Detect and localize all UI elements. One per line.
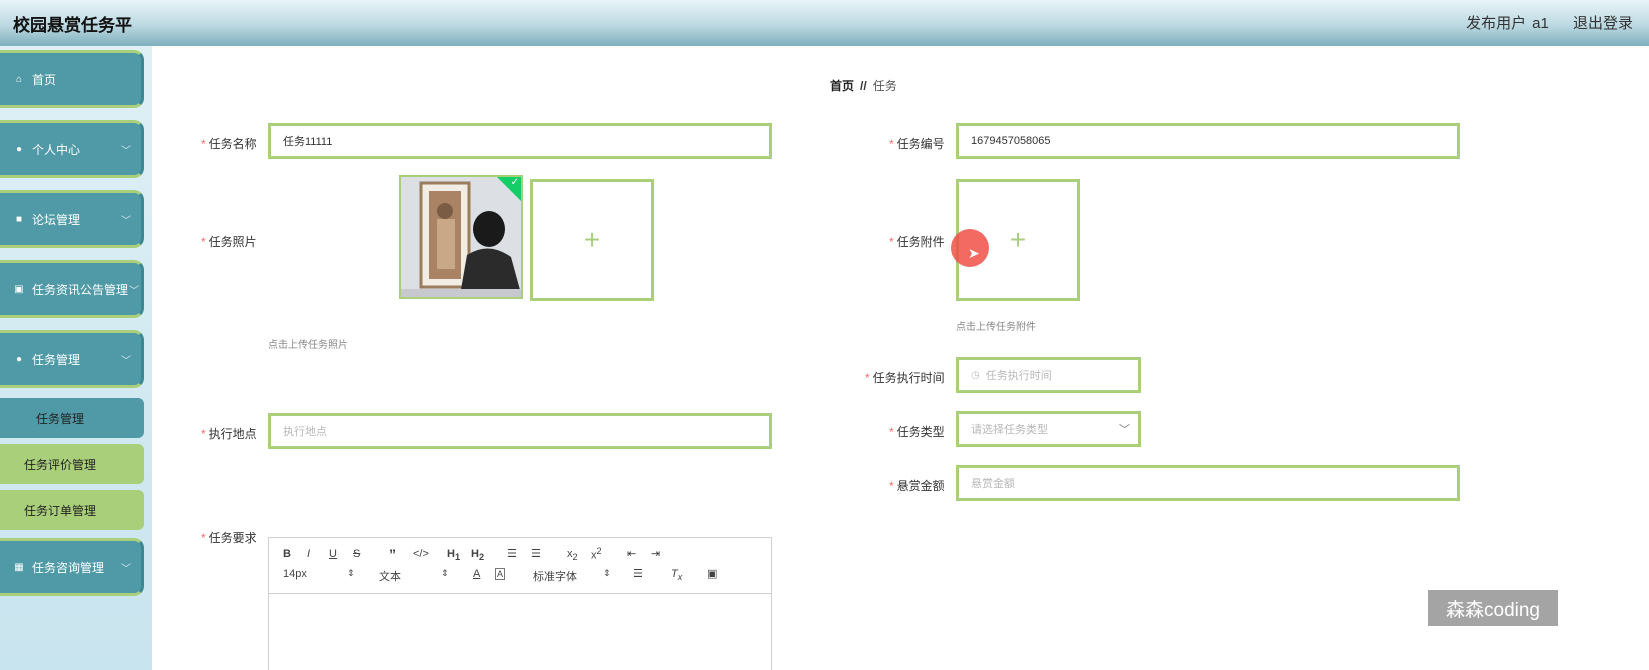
- subscript-icon[interactable]: x2: [567, 548, 578, 562]
- breadcrumb: 首页 // 任务: [830, 77, 897, 94]
- user-icon: ●: [15, 353, 23, 365]
- text-style-select[interactable]: 文本: [379, 568, 401, 584]
- indent-icon[interactable]: ⇥: [651, 547, 660, 560]
- user-role-label: 发布用户: [1466, 15, 1527, 32]
- sidebar-item-label: 任务资讯公告管理: [32, 282, 129, 297]
- breadcrumb-home[interactable]: 首页: [830, 79, 854, 93]
- sidebar-item-personal[interactable]: ● 个人中心 ﹀: [0, 120, 144, 178]
- task-photo-label: * 任务照片: [201, 235, 257, 249]
- task-name-label: * 任务名称: [201, 137, 257, 151]
- font-family-select[interactable]: 标准字体: [533, 568, 577, 584]
- task-number-input[interactable]: 1679457058065: [956, 123, 1460, 159]
- task-name-input[interactable]: 任务11111: [268, 123, 772, 159]
- watermark: 森森coding: [1428, 590, 1558, 626]
- sidebar: ⌂ 首页 ● 个人中心 ﹀ ■ 论坛管理 ﹀ ▣ 任务资讯公告管理 ﹀ ● 任务…: [0, 46, 152, 670]
- text-style-arrow-icon: ⇕: [441, 568, 449, 578]
- sidebar-item-consult[interactable]: ▦ 任务咨询管理 ﹀: [0, 538, 144, 596]
- chevron-down-icon: ﹀: [121, 145, 131, 157]
- logout-button[interactable]: 退出登录: [1573, 15, 1633, 32]
- chevron-down-icon: ﹀: [1119, 424, 1130, 436]
- photo-upload-hint: 点击上传任务照片: [268, 340, 348, 351]
- photo-upload-button[interactable]: +: [530, 179, 654, 301]
- sidebar-subitem-task-review[interactable]: 任务评价管理: [0, 444, 144, 484]
- header-actions: 发布用户 a1 退出登录: [1446, 12, 1633, 33]
- ticket-icon: ▣: [14, 283, 24, 295]
- chevron-down-icon: ﹀: [121, 563, 131, 575]
- clock-icon: ◷: [971, 369, 980, 381]
- attachment-upload-hint: 点击上传任务附件: [956, 322, 1036, 333]
- background-color-icon[interactable]: A: [495, 568, 506, 580]
- plus-icon: +: [583, 224, 601, 255]
- exec-time-placeholder: 任务执行时间: [985, 370, 1052, 382]
- user-name: a1: [1532, 15, 1549, 32]
- sidebar-subitem-task-order[interactable]: 任务订单管理: [0, 490, 144, 530]
- rich-text-editor[interactable]: B I U S ” </> H1 H2 ☰ ☰ x2 x2 ⇤ ⇥ 14px ⇕…: [268, 537, 772, 670]
- chevron-down-icon: ﹀: [121, 215, 131, 227]
- ordered-list-icon[interactable]: ☰: [507, 547, 517, 560]
- sidebar-subitem-task-manage[interactable]: 任务管理: [0, 398, 144, 438]
- sidebar-item-label: 个人中心: [32, 142, 81, 157]
- align-icon[interactable]: ☰: [633, 567, 643, 580]
- sidebar-item-tasks[interactable]: ● 任务管理 ﹀: [0, 330, 144, 388]
- top-header: 校园悬赏任务平 发布用户 a1 退出登录: [0, 0, 1649, 46]
- grid-icon: ▦: [14, 561, 24, 573]
- location-input[interactable]: 执行地点: [268, 413, 772, 449]
- chevron-down-icon: ﹀: [121, 355, 131, 367]
- sidebar-item-label: 任务咨询管理: [32, 560, 105, 575]
- font-size-arrow-icon: ⇕: [347, 568, 355, 578]
- blockquote-icon[interactable]: ”: [389, 546, 396, 562]
- reward-label: * 悬赏金额: [889, 479, 945, 493]
- task-photo-thumbnail[interactable]: ✓: [399, 175, 523, 299]
- requirement-label: * 任务要求: [201, 531, 257, 545]
- mouse-cursor-icon: ➤: [968, 245, 980, 261]
- exec-time-picker[interactable]: ◷ 任务执行时间: [956, 357, 1141, 393]
- user-icon: ●: [15, 143, 23, 155]
- sidebar-item-announcements[interactable]: ▣ 任务资讯公告管理 ﹀: [0, 260, 144, 318]
- check-icon: ✓: [510, 177, 519, 188]
- font-size-select[interactable]: 14px: [283, 568, 307, 580]
- task-type-select[interactable]: 请选择任务类型 ﹀: [956, 411, 1141, 447]
- italic-icon[interactable]: I: [307, 548, 310, 560]
- font-family-arrow-icon: ⇕: [603, 568, 611, 578]
- breadcrumb-current: 任务: [872, 79, 897, 93]
- app-title: 校园悬赏任务平: [13, 16, 132, 35]
- chevron-down-icon: ﹀: [129, 285, 139, 297]
- h1-icon[interactable]: H1: [447, 548, 460, 562]
- location-label: * 执行地点: [201, 427, 257, 441]
- editor-toolbar: B I U S ” </> H1 H2 ☰ ☰ x2 x2 ⇤ ⇥ 14px ⇕…: [269, 538, 771, 594]
- task-type-label: * 任务类型: [889, 425, 945, 439]
- image-icon[interactable]: ▣: [707, 567, 717, 580]
- strike-icon[interactable]: S: [353, 548, 360, 560]
- clear-format-icon[interactable]: Tx: [671, 568, 682, 582]
- plus-icon: +: [1009, 224, 1027, 255]
- breadcrumb-separator: //: [860, 79, 867, 93]
- h2-icon[interactable]: H2: [471, 548, 484, 562]
- task-attachment-label: * 任务附件: [889, 235, 945, 249]
- forum-icon: ■: [15, 213, 23, 225]
- exec-time-label: * 任务执行时间: [865, 371, 945, 385]
- outdent-icon[interactable]: ⇤: [627, 547, 636, 560]
- sidebar-item-forum[interactable]: ■ 论坛管理 ﹀: [0, 190, 144, 248]
- underline-icon[interactable]: U: [329, 548, 337, 560]
- sidebar-item-home[interactable]: ⌂ 首页: [0, 50, 144, 108]
- task-type-placeholder: 请选择任务类型: [971, 424, 1048, 436]
- code-icon[interactable]: </>: [413, 548, 429, 560]
- home-icon: ⌂: [15, 73, 23, 85]
- sidebar-item-label: 任务管理: [32, 352, 81, 367]
- bullet-list-icon[interactable]: ☰: [531, 547, 541, 560]
- superscript-icon[interactable]: x2: [591, 546, 602, 562]
- bold-icon[interactable]: B: [283, 548, 291, 560]
- reward-input[interactable]: 悬赏金额: [956, 465, 1460, 501]
- font-color-icon[interactable]: A: [473, 568, 480, 580]
- sidebar-item-label: 首页: [32, 72, 57, 87]
- task-number-label: * 任务编号: [889, 137, 945, 151]
- sidebar-item-label: 论坛管理: [32, 212, 81, 227]
